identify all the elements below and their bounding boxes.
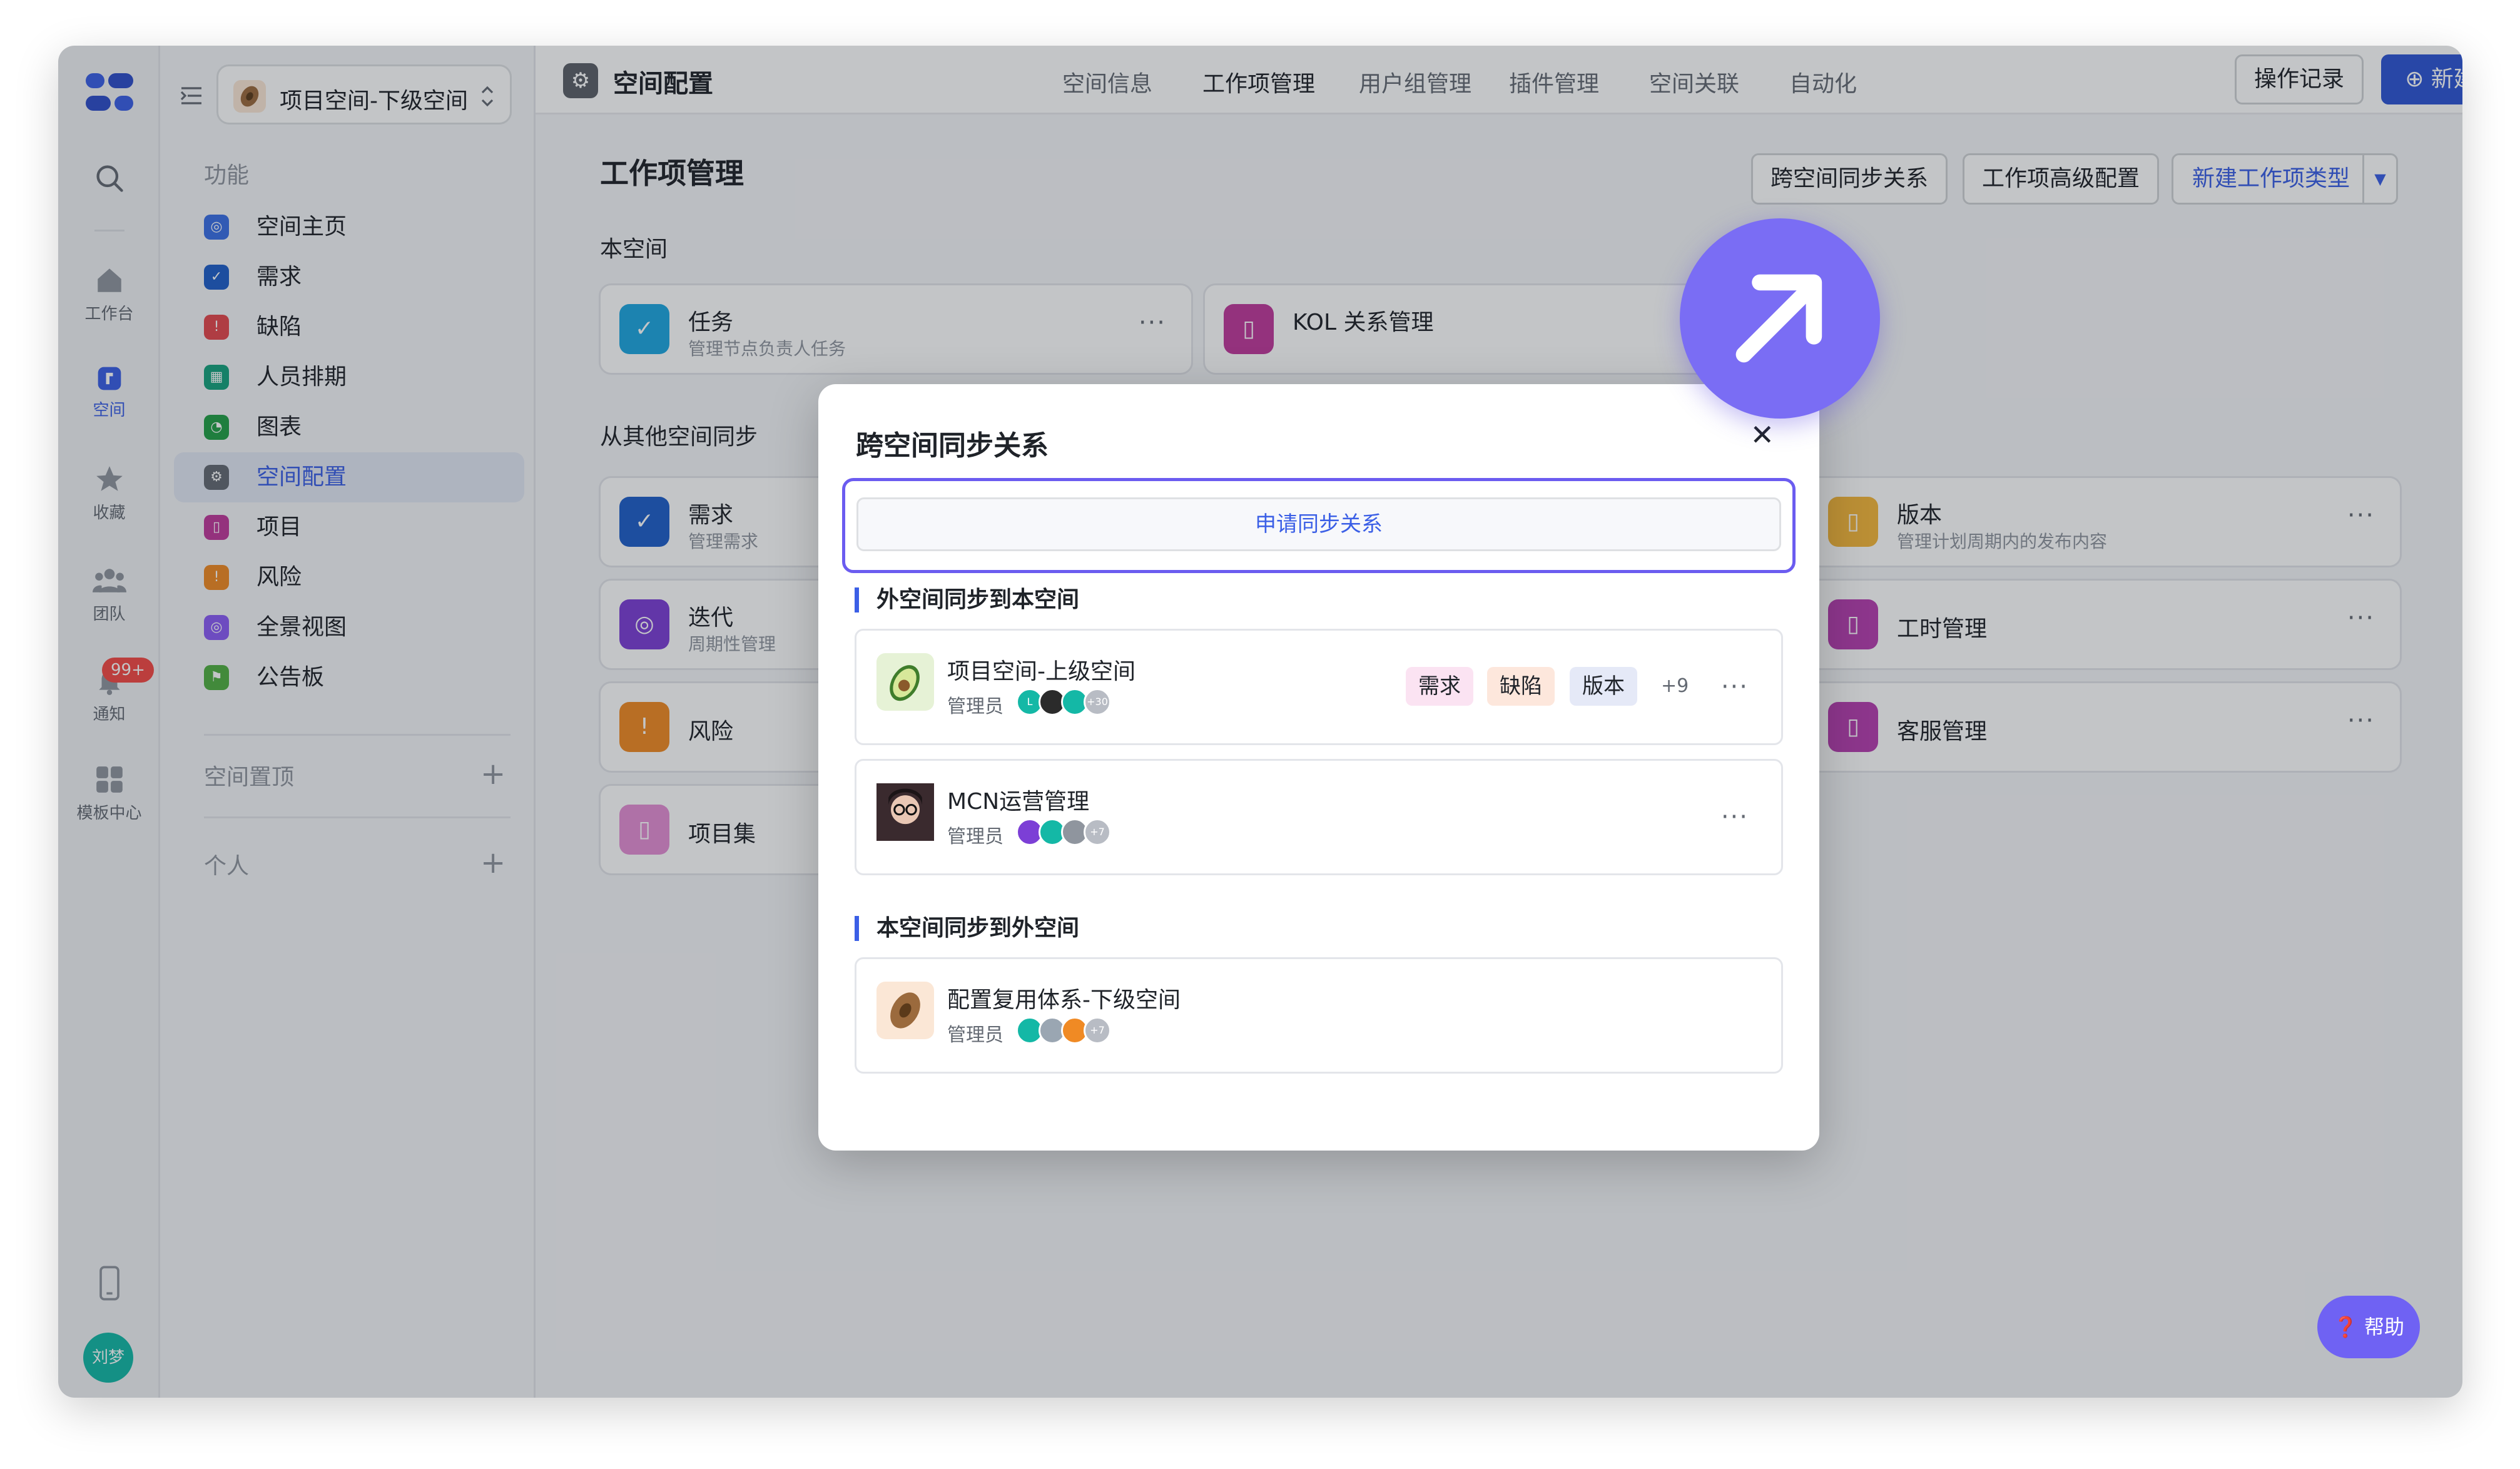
app-window: 工作台 空间 收藏 团队 通知 99+ 模板中心 刘梦 项目空间-下级空间 功能… xyxy=(58,46,2462,1398)
apply-sync-button[interactable]: 申请同步关系 xyxy=(856,497,1781,551)
apply-sync-focus-ring: 申请同步关系 xyxy=(842,478,1796,573)
arrow-up-right-icon xyxy=(1735,274,1822,363)
avatar-more: +30 xyxy=(1084,688,1111,716)
tag-bug: 缺陷 xyxy=(1487,667,1555,706)
help-label: 帮助 xyxy=(2364,1315,2405,1339)
jump-arrow-button[interactable] xyxy=(1680,218,1880,419)
close-icon[interactable]: ✕ xyxy=(1750,420,1774,449)
avatar-more: +7 xyxy=(1084,1017,1111,1044)
tag-more: +9 xyxy=(1661,675,1689,697)
space-avatar xyxy=(876,783,934,841)
space-row[interactable]: 项目空间-上级空间 管理员 L +30 需求 缺陷 版本 +9 ··· xyxy=(855,629,1783,745)
tag-story: 需求 xyxy=(1406,667,1473,706)
sync-relation-dialog: 跨空间同步关系 ✕ 申请同步关系 外空间同步到本空间 项目空间-上级空间 管理员… xyxy=(818,384,1819,1151)
avocado-icon xyxy=(876,653,934,711)
section-local-to-external: 本空间同步到外空间 xyxy=(855,916,1079,941)
admin-label: 管理员 xyxy=(947,826,1003,848)
admin-label: 管理员 xyxy=(947,1024,1003,1046)
space-name: MCN运营管理 xyxy=(947,789,1090,815)
avatar-more: +7 xyxy=(1084,818,1111,846)
admin-label: 管理员 xyxy=(947,696,1003,718)
more-icon[interactable]: ··· xyxy=(1721,805,1749,830)
help-button[interactable]: ❓ 帮助 xyxy=(2317,1296,2420,1358)
tag-version: 版本 xyxy=(1570,667,1637,706)
dialog-title: 跨空间同步关系 xyxy=(856,430,1049,462)
space-avatar xyxy=(876,982,934,1039)
space-name: 项目空间-上级空间 xyxy=(947,659,1136,684)
space-row[interactable]: MCN运营管理 管理员 +7 ··· xyxy=(855,759,1783,875)
space-name: 配置复用体系-下级空间 xyxy=(947,987,1181,1013)
space-row[interactable]: 配置复用体系-下级空间 管理员 +7 xyxy=(855,957,1783,1074)
question-icon: ❓ xyxy=(2332,1315,2364,1339)
more-icon[interactable]: ··· xyxy=(1721,674,1749,699)
section-external-to-local: 外空间同步到本空间 xyxy=(855,587,1079,613)
